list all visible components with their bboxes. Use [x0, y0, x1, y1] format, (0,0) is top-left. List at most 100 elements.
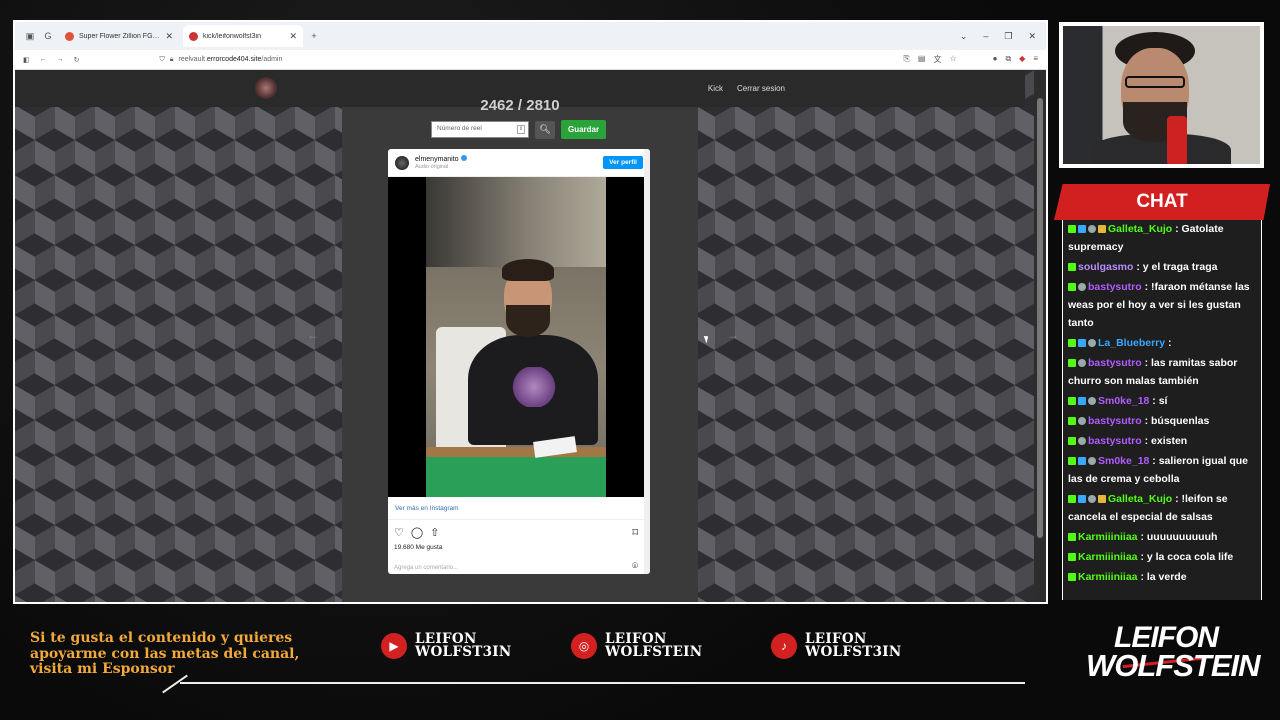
instagram-username[interactable]: elmenymanito: [415, 156, 459, 163]
bookmark-icon[interactable]: ⌑: [632, 526, 638, 539]
chat-text: : y el traga traga: [1133, 261, 1218, 273]
reel-video[interactable]: [388, 177, 644, 497]
menu-icon[interactable]: ≡: [1033, 54, 1038, 65]
verified-icon: [460, 154, 467, 161]
chat-panel: Galleta_Kujo : Gatolate supremacy soulgas…: [1062, 220, 1262, 600]
screenshot-icon[interactable]: ⎘: [903, 54, 909, 65]
close-icon[interactable]: ✕: [289, 31, 297, 42]
window-controls: ⌄ – ❐ ✕: [960, 31, 1046, 42]
chat-message: bastysutro : búsquenlas: [1063, 412, 1261, 430]
chat-message: soulgasmo : y el traga traga: [1063, 258, 1261, 276]
chat-message: Sm0ke_18 : salieron igual que las de cre…: [1063, 452, 1261, 488]
video-frame: [426, 177, 606, 497]
tab-title: Super Flower Zillion FG (SF-125: [79, 32, 160, 40]
lock-icon: 🔒︎: [169, 55, 174, 63]
chat-username[interactable]: Galleta_Kujo: [1108, 493, 1172, 505]
chat-username[interactable]: Karmiiiniiaa: [1078, 571, 1138, 583]
search-icon: 🔍︎: [539, 124, 551, 134]
page-viewport: Kick Cerrar sesion 2462 / 2810 Número de…: [15, 70, 1046, 602]
close-icon[interactable]: ✕: [165, 31, 173, 42]
account-icon[interactable]: ●: [993, 54, 998, 65]
google-icon[interactable]: G: [41, 29, 55, 43]
back-icon[interactable]: ←: [40, 56, 47, 63]
url-path: /admin: [261, 56, 283, 63]
chat-badge-icon: [1098, 225, 1106, 233]
reload-icon[interactable]: ↻: [74, 56, 80, 64]
chat-username[interactable]: Sm0ke_18: [1098, 395, 1149, 407]
chat-text: : la verde: [1137, 571, 1187, 583]
chevron-down-icon[interactable]: ⌄: [960, 31, 968, 42]
tab-kick[interactable]: kick/leifonwolfst3in ✕: [183, 25, 303, 47]
page-scrollbar[interactable]: [1034, 70, 1046, 602]
forward-icon[interactable]: →: [57, 56, 64, 63]
chat-badge-icon: [1078, 397, 1086, 405]
chat-message: Karmiiiniiaa : uuuuuuuuuuh: [1063, 528, 1261, 546]
chat-username[interactable]: Karmiiiniiaa: [1078, 551, 1138, 563]
translate-icon[interactable]: 文: [933, 54, 941, 65]
chat-badge-icon: [1078, 495, 1086, 503]
url-field[interactable]: ⛉ 🔒︎ reelvault.errorcode404.site/admin: [160, 56, 283, 64]
share-icon[interactable]: ⇧: [430, 526, 439, 539]
search-button[interactable]: 🔍︎: [535, 120, 555, 139]
see-more-link[interactable]: Ver más en Instagram: [395, 505, 459, 512]
audio-label[interactable]: Audio original: [415, 164, 467, 171]
extensions-icon[interactable]: ⧉: [1005, 54, 1011, 65]
reel-number-input[interactable]: Número de reel ⇕: [431, 121, 529, 138]
sidebar-toggle-icon[interactable]: ◧: [23, 56, 30, 64]
chat-username[interactable]: Galleta_Kujo: [1108, 223, 1172, 235]
chat-username[interactable]: bastysutro: [1088, 357, 1142, 369]
heart-icon[interactable]: ♡: [394, 526, 404, 539]
tab-favicon-icon: [65, 31, 74, 41]
chat-message: bastysutro : !faraon métanse las weas po…: [1063, 278, 1261, 332]
comment-icon[interactable]: ◯: [411, 526, 423, 539]
chat-username[interactable]: soulgasmo: [1078, 261, 1133, 273]
tab-actions-icon[interactable]: ▣: [23, 29, 37, 43]
chat-message: Galleta_Kujo : Gatolate supremacy: [1063, 220, 1261, 256]
brand-line2: WOLFSTEIN: [1086, 648, 1261, 683]
addon-icon[interactable]: ◆: [1019, 54, 1025, 65]
embed-scrollbar[interactable]: [644, 149, 650, 574]
nav-logout-link[interactable]: Cerrar sesion: [737, 84, 785, 93]
restore-icon[interactable]: ❐: [1004, 31, 1012, 42]
social-tiktok: ♪ LEIFON WOLFST3IN: [771, 632, 902, 659]
instagram-icon[interactable]: ⌾: [632, 561, 638, 572]
chat-badge-icon: [1068, 359, 1076, 367]
next-arrow-icon[interactable]: →: [727, 328, 739, 342]
save-button[interactable]: Guardar: [561, 120, 607, 139]
chat-username[interactable]: Sm0ke_18: [1098, 455, 1149, 467]
avatar[interactable]: [395, 155, 409, 170]
close-window-icon[interactable]: ✕: [1028, 31, 1036, 42]
comment-input[interactable]: Agrega un comentario...: [394, 565, 458, 571]
bookmark-star-icon[interactable]: ☆: [949, 54, 956, 65]
webcam-feed: [1063, 26, 1260, 164]
scrollbar-thumb[interactable]: [1037, 98, 1043, 538]
chat-badge-icon: [1068, 495, 1076, 503]
tab-super-flower[interactable]: Super Flower Zillion FG (SF-125 ✕: [59, 25, 179, 47]
number-spinner-icon[interactable]: ⇕: [517, 125, 525, 134]
webcam-frame: [1059, 22, 1264, 168]
reader-icon[interactable]: ▤: [918, 54, 926, 65]
chat-badge-icon: [1078, 359, 1086, 367]
chat-username[interactable]: bastysutro: [1088, 435, 1142, 447]
chat-username[interactable]: bastysutro: [1088, 281, 1142, 293]
tab-bar: ▣ G Super Flower Zillion FG (SF-125 ✕ ki…: [15, 22, 1046, 50]
reel-controls: Número de reel ⇕ 🔍︎ Guardar: [431, 120, 607, 139]
chat-username[interactable]: Karmiiiniiaa: [1078, 531, 1138, 543]
chat-message: Karmiiiniiaa : y la coca cola life: [1063, 548, 1261, 566]
url-domain: errorcode404.site: [206, 56, 262, 63]
toolbar-right: ⎘ ▤ 文 ☆ ● ⧉ ◆ ≡: [903, 54, 1038, 65]
chat-message: Sm0ke_18 : sí: [1063, 392, 1261, 410]
site-logo[interactable]: [255, 77, 277, 99]
instagram-actions: ♡ ◯ ⇧ ⌑ 19.680 Me gusta Agrega un coment…: [388, 519, 650, 574]
new-tab-icon[interactable]: +: [307, 29, 321, 43]
chat-username[interactable]: bastysutro: [1088, 415, 1142, 427]
chat-badge-icon: [1078, 437, 1086, 445]
chat-badge-icon: [1088, 457, 1096, 465]
chat-username[interactable]: La_Blueberry: [1098, 337, 1165, 349]
minimize-icon[interactable]: –: [983, 31, 988, 42]
chat-badge-icon: [1088, 397, 1096, 405]
nav-kick-link[interactable]: Kick: [708, 84, 723, 93]
chat-message: La_Blueberry :: [1063, 334, 1261, 352]
view-profile-button[interactable]: Ver perfil: [603, 156, 643, 169]
prev-arrow-icon[interactable]: ←: [307, 328, 319, 342]
